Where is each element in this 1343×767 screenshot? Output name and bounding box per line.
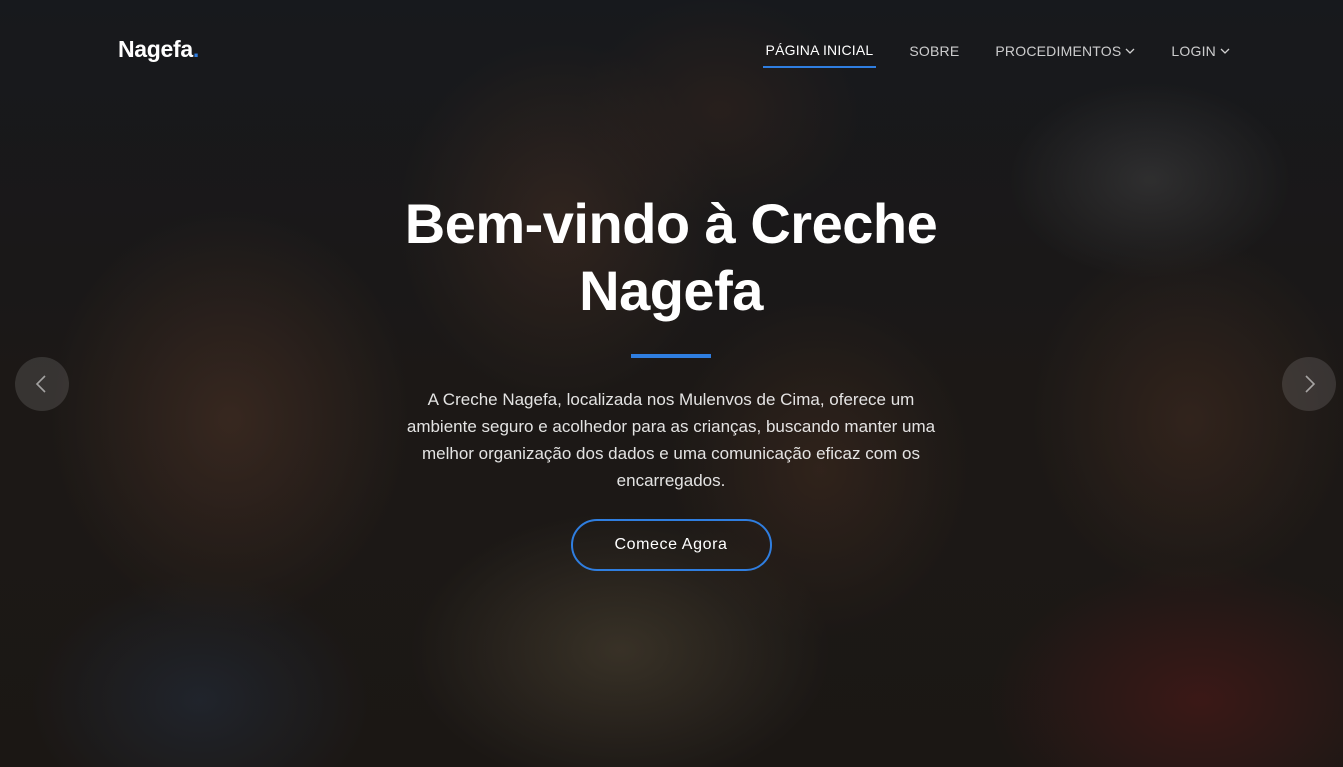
- hero-section: Nagefa. PÁGINA INICIAL SOBRE PROCEDIMENT…: [0, 0, 1343, 767]
- hero-title: Bem-vindo à Creche Nagefa: [371, 190, 971, 324]
- logo-dot: .: [192, 36, 199, 62]
- nav-item-label: PÁGINA INICIAL: [765, 42, 874, 58]
- nav-item-label: LOGIN: [1171, 43, 1216, 59]
- carousel-prev-button[interactable]: [15, 357, 69, 411]
- chevron-down-icon: [1125, 48, 1135, 54]
- chevron-right-icon: [1305, 375, 1316, 393]
- logo-text: Nagefa: [118, 36, 193, 62]
- nav-item-sobre[interactable]: SOBRE: [906, 41, 962, 67]
- nav-item-label: SOBRE: [909, 43, 960, 59]
- hero-description: A Creche Nagefa, localizada nos Mulenvos…: [406, 390, 936, 490]
- chevron-down-icon: [1220, 48, 1230, 54]
- hero-title-line-1: Bem-vindo à Creche: [404, 192, 938, 255]
- hero-content: Bem-vindo à Creche Nagefa A Creche Nagef…: [371, 190, 971, 571]
- nav-item-pagina-inicial[interactable]: PÁGINA INICIAL: [762, 40, 877, 68]
- get-started-button[interactable]: Comece Agora: [570, 519, 772, 571]
- nav-item-procedimentos[interactable]: PROCEDIMENTOS: [992, 41, 1138, 67]
- main-nav: PÁGINA INICIAL SOBRE PROCEDIMENTOS LOGIN: [762, 40, 1233, 68]
- chevron-left-icon: [35, 375, 46, 393]
- carousel-next-button[interactable]: [1282, 357, 1336, 411]
- title-divider: [631, 354, 711, 358]
- nav-item-label: PROCEDIMENTOS: [995, 43, 1122, 59]
- nav-item-login[interactable]: LOGIN: [1168, 41, 1233, 67]
- hero-title-line-2: Nagefa: [579, 259, 763, 322]
- site-logo[interactable]: Nagefa.: [118, 36, 199, 63]
- navbar: Nagefa. PÁGINA INICIAL SOBRE PROCEDIMENT…: [0, 0, 1343, 100]
